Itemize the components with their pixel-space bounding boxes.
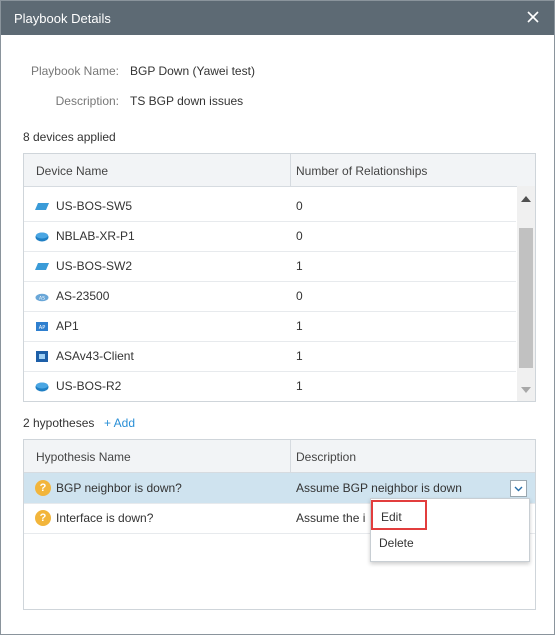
relationship-count: 1 [296, 349, 303, 363]
relationship-count: 0 [296, 229, 303, 243]
device-name: AS-23500 [56, 289, 110, 303]
relationship-count: 1 [296, 379, 303, 393]
firewall-icon [36, 351, 48, 362]
svg-text:AP: AP [39, 325, 45, 331]
switch-icon [35, 203, 49, 210]
col-number-of-relationships[interactable]: Number of Relationships [296, 164, 427, 178]
col-hypothesis-name[interactable]: Hypothesis Name [36, 450, 131, 464]
hypothesis-description: Assume BGP neighbor is down [296, 481, 462, 495]
router-icon [35, 382, 49, 392]
col-device-name[interactable]: Device Name [36, 164, 108, 178]
dialog-titlebar: Playbook Details [1, 1, 554, 35]
hypothesis-name: Interface is down? [56, 511, 154, 525]
devices-scrollbar[interactable] [517, 186, 535, 401]
table-row[interactable]: US-BOS-SW2 1 [24, 251, 516, 282]
table-row[interactable]: ASAv43-Client 1 [24, 341, 516, 372]
chevron-down-icon [514, 486, 523, 492]
row-actions-dropdown[interactable] [510, 480, 527, 497]
access-point-icon: AP [36, 322, 48, 331]
hypothesis-description: Assume the i [296, 511, 366, 525]
menu-item-delete[interactable]: Delete [379, 536, 414, 550]
device-name: ASAv43-Client [56, 349, 134, 363]
table-row[interactable]: US-BOS-R2 1 [24, 371, 516, 401]
playbook-name-label: Playbook Name: [30, 64, 119, 78]
relationship-count: 1 [296, 319, 303, 333]
scrollbar-thumb[interactable] [519, 228, 533, 368]
switch-icon [35, 263, 49, 270]
devices-table: Device Name Number of Relationships US-B… [23, 153, 536, 402]
device-name: US-BOS-SW5 [56, 199, 133, 213]
device-name: AP1 [56, 319, 79, 333]
table-row[interactable]: US-BOS-SW5 0 [24, 191, 516, 222]
question-icon: ? [35, 480, 51, 496]
description-label: Description: [55, 94, 119, 108]
device-name: US-BOS-R2 [56, 379, 122, 393]
col-description[interactable]: Description [296, 450, 356, 464]
device-name: NBLAB-XR-P1 [56, 229, 135, 243]
table-row[interactable]: NBLAB-XR-P1 0 [24, 221, 516, 252]
hypothesis-name: BGP neighbor is down? [56, 481, 182, 495]
playbook-name-value: BGP Down (Yawei test) [130, 64, 255, 78]
devices-table-header: Device Name Number of Relationships [24, 154, 535, 187]
table-row[interactable]: AP AP1 1 [24, 311, 516, 342]
relationship-count: 1 [296, 259, 303, 273]
close-icon[interactable] [522, 6, 544, 28]
scroll-up-icon[interactable] [520, 194, 532, 204]
svg-text:AS: AS [39, 295, 45, 301]
question-icon: ? [35, 510, 51, 526]
scroll-down-icon[interactable] [520, 385, 532, 395]
hypotheses-summary: 2 hypotheses [23, 416, 95, 430]
description-value: TS BGP down issues [130, 94, 244, 108]
relationship-count: 0 [296, 289, 303, 303]
device-name: US-BOS-SW2 [56, 259, 133, 273]
add-hypothesis-button[interactable]: + Add [104, 416, 135, 430]
hypotheses-table-header: Hypothesis Name Description [24, 440, 535, 473]
router-icon [35, 232, 49, 242]
cloud-icon: AS [35, 293, 49, 302]
table-row[interactable]: AS AS-23500 0 [24, 281, 516, 312]
edit-highlight-box [371, 500, 427, 530]
playbook-details-dialog: Playbook Details Playbook Name: BGP Down… [0, 0, 555, 635]
dialog-title: Playbook Details [14, 11, 111, 26]
devices-summary: 8 devices applied [23, 130, 116, 144]
relationship-count: 0 [296, 199, 303, 213]
